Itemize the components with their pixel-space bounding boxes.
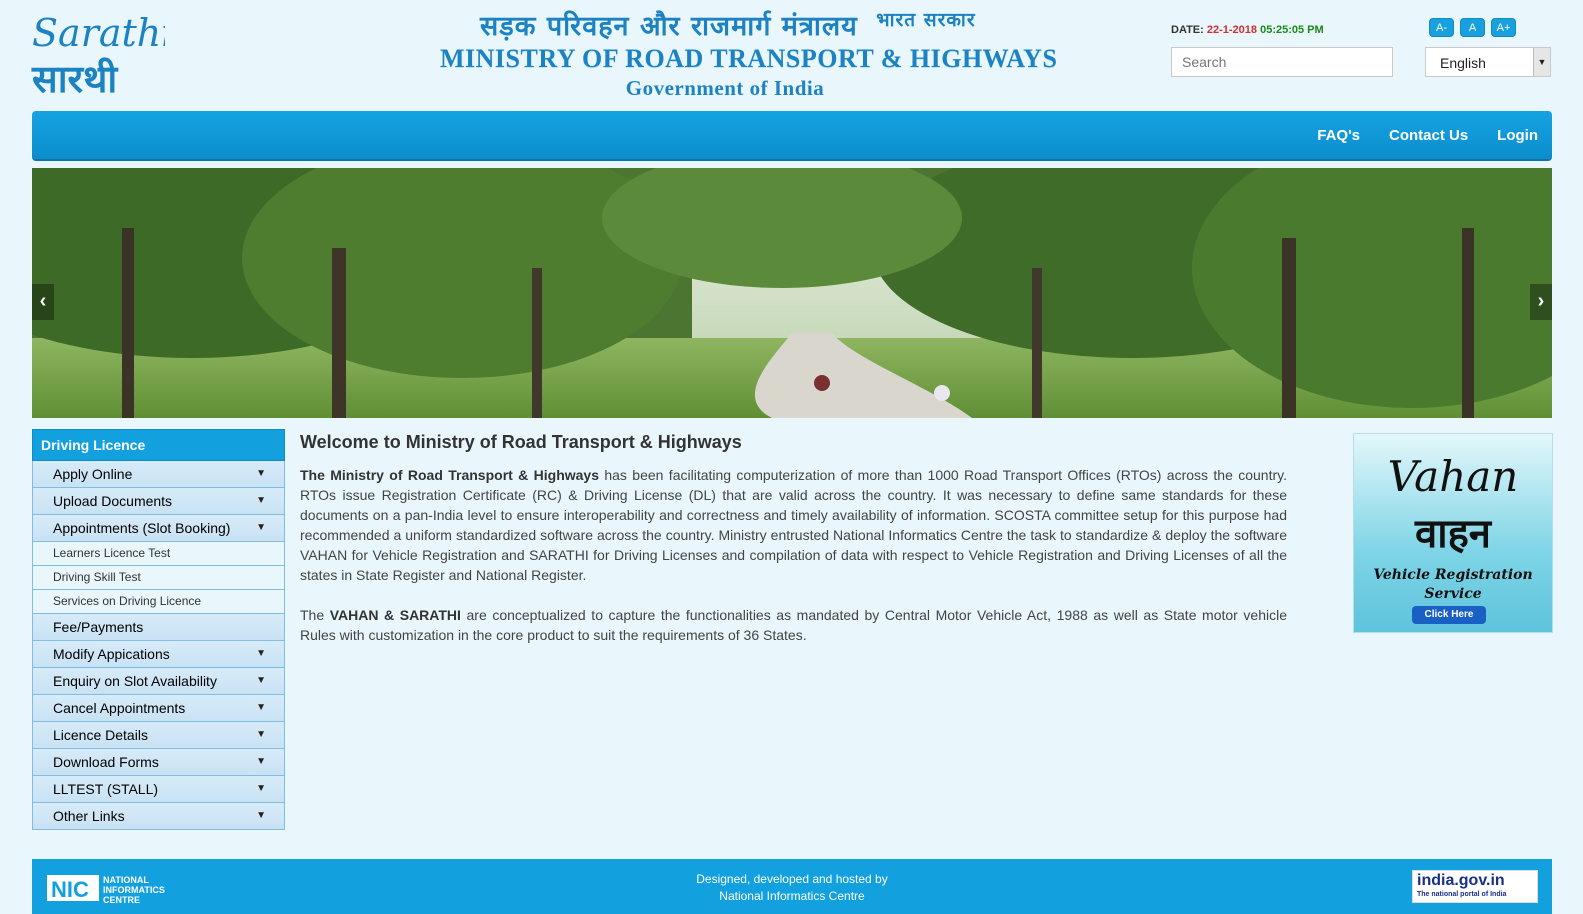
main-content: Welcome to Ministry of Road Transport & … (300, 432, 1287, 665)
sidebar-item-label: Apply Online (53, 466, 133, 482)
sidebar-item-label: Download Forms (53, 754, 159, 770)
vahan-ad-banner[interactable]: Vahan वाहन Vehicle Registration Service … (1353, 433, 1553, 633)
sidebar-item-label: Upload Documents (53, 493, 173, 509)
date-value: 22-1-2018 (1206, 24, 1258, 36)
chevron-down-icon: ▼ (256, 648, 266, 659)
ministry-hindi-title: सड़क परिवहन और राजमार्ग मंत्रालय भारत सर… (480, 6, 1000, 46)
vahan-ad-subtitle-line1: Vehicle Registration (1373, 567, 1533, 583)
footer: NIC NATIONAL INFORMATICS CENTRE Designed… (32, 859, 1552, 914)
sidebar-item-label: Other Links (53, 808, 125, 824)
sidebar-item-apply-online[interactable]: Apply Online ▼ (32, 461, 285, 488)
government-of-india: Government of India (625, 76, 825, 100)
slider-prev-button[interactable]: ‹ (32, 284, 54, 320)
nav-login[interactable]: Login (1497, 127, 1538, 144)
font-size-controls: A- A A+ (1429, 18, 1516, 37)
sidebar-item-lltest-stall[interactable]: LLTEST (STALL) ▼ (32, 776, 285, 803)
sidebar-item-label: Enquiry on Slot Availability (53, 673, 217, 689)
sidebar-item-enquiry-slot[interactable]: Enquiry on Slot Availability ▼ (32, 668, 285, 695)
intro-paragraph: The Ministry of Road Transport & Highway… (300, 465, 1287, 585)
chevron-down-icon: ▼ (256, 783, 266, 794)
sidebar-menu: Driving Licence Apply Online ▼ Upload Do… (32, 429, 285, 830)
sidebar-item-label: Modify Appications (53, 646, 170, 662)
vahan-click-here-button[interactable]: Click Here (1412, 606, 1486, 624)
sidebar-subitem-driving-skill-test[interactable]: Driving Skill Test (32, 566, 285, 590)
font-normal-button[interactable]: A (1460, 18, 1485, 37)
para2-bold: VAHAN & SARATHI (329, 607, 461, 623)
sidebar-item-appointments[interactable]: Appointments (Slot Booking) ▼ (32, 515, 285, 542)
nav-faqs[interactable]: FAQ's (1317, 127, 1360, 144)
footer-credits: Designed, developed and hosted by Nation… (32, 871, 1552, 905)
sidebar-item-fee-payments[interactable]: Fee/Payments (32, 614, 285, 641)
font-increase-button[interactable]: A+ (1491, 18, 1516, 37)
vahan-ad-title-hindi: वाहन (1414, 511, 1492, 557)
sidebar-item-other-links[interactable]: Other Links ▼ (32, 803, 285, 830)
language-selected: English (1440, 55, 1486, 71)
banner-slider: ‹ › (32, 168, 1552, 418)
date-label: DATE: (1171, 24, 1207, 36)
date-display: DATE: 22-1-2018 05:25:05 PM (1171, 24, 1324, 36)
sidebar-item-label: Cancel Appointments (53, 700, 186, 716)
chevron-down-icon: ▼ (256, 756, 266, 767)
ministry-english-title: MINISTRY OF ROAD TRANSPORT & HIGHWAYS (440, 44, 1058, 73)
logo-text-hi: सारथी (31, 57, 118, 100)
intro-bold: The Ministry of Road Transport & Highway… (300, 467, 599, 483)
vahan-ad-title: Vahan (1387, 452, 1519, 501)
main-navbar: FAQ's Contact Us Login (32, 111, 1552, 161)
vahan-sarathi-paragraph: The VAHAN & SARATHI are conceptualized t… (300, 605, 1287, 645)
india-gov-text: india.gov.in (1417, 872, 1505, 889)
intro-text: has been facilitating computerization of… (300, 467, 1287, 583)
chevron-down-icon: ▼ (256, 729, 266, 740)
bharat-sarkar-text: भारत सरकार (876, 9, 976, 31)
time-value: 05:25:05 PM (1260, 24, 1324, 36)
chevron-down-icon: ▼ (256, 495, 266, 506)
chevron-down-icon: ▼ (256, 522, 266, 533)
vahan-ad-subtitle: Vehicle Registration Service (1354, 566, 1552, 604)
sidebar-item-upload-documents[interactable]: Upload Documents ▼ (32, 488, 285, 515)
search-input[interactable] (1171, 47, 1393, 77)
road-banner-image (32, 168, 1552, 418)
sidebar-item-label: Licence Details (53, 727, 148, 743)
chevron-down-icon[interactable]: ▼ (1533, 48, 1550, 76)
page-title: Welcome to Ministry of Road Transport & … (300, 432, 742, 452)
font-decrease-button[interactable]: A- (1429, 18, 1454, 37)
chevron-down-icon: ▼ (256, 468, 266, 479)
para2-start: The (300, 607, 330, 623)
sidebar-item-cancel-appointments[interactable]: Cancel Appointments ▼ (32, 695, 285, 722)
sidebar-item-label: Appointments (Slot Booking) (53, 520, 231, 536)
sidebar-subitem-learners-licence-test[interactable]: Learners Licence Test (32, 542, 285, 566)
ministry-hindi-text: सड़क परिवहन और राजमार्ग मंत्रालय (480, 11, 858, 42)
chevron-down-icon: ▼ (256, 675, 266, 686)
sidebar-item-label: Fee/Payments (53, 619, 144, 635)
language-select[interactable]: English ▼ (1425, 47, 1551, 77)
slider-next-button[interactable]: › (1530, 284, 1552, 320)
sarathi-logo[interactable]: Sarathi सारथी (30, 8, 173, 101)
vahan-ad-subtitle-line2: Service (1424, 586, 1482, 602)
sidebar-item-licence-details[interactable]: Licence Details ▼ (32, 722, 285, 749)
sidebar-item-download-forms[interactable]: Download Forms ▼ (32, 749, 285, 776)
footer-credit-line1: Designed, developed and hosted by (696, 872, 888, 886)
sidebar-subitem-services-on-dl[interactable]: Services on Driving Licence (32, 590, 285, 614)
india-gov-logo[interactable]: india.gov.in The national portal of Indi… (1412, 870, 1538, 903)
chevron-down-icon: ▼ (256, 702, 266, 713)
sidebar-item-modify-applications[interactable]: Modify Appications ▼ (32, 641, 285, 668)
india-gov-subtext: The national portal of India (1417, 891, 1507, 898)
logo-text-en: Sarathi (32, 11, 165, 55)
nav-contact-us[interactable]: Contact Us (1389, 127, 1468, 144)
sidebar-item-label: LLTEST (STALL) (53, 781, 159, 797)
footer-credit-line2: National Informatics Centre (719, 889, 865, 903)
sidebar-title: Driving Licence (32, 429, 285, 461)
chevron-down-icon: ▼ (256, 810, 266, 821)
